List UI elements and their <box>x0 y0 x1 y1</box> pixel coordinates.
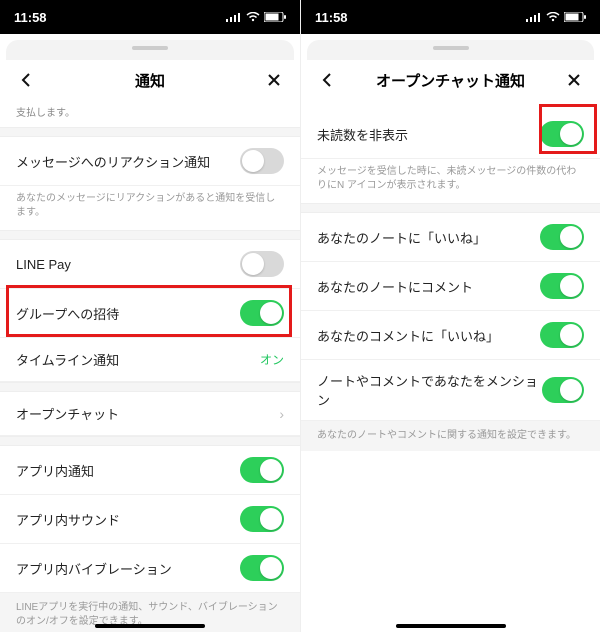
toggle-comment-like[interactable] <box>540 322 584 348</box>
row-label: LINE Pay <box>16 257 71 272</box>
section-divider <box>0 436 300 446</box>
notch <box>90 0 210 20</box>
row-inapp-notif[interactable]: アプリ内通知 <box>0 446 300 495</box>
row-inapp-sound[interactable]: アプリ内サウンド <box>0 495 300 544</box>
row-timeline-notif[interactable]: タイムライン通知 オン <box>0 338 300 382</box>
home-indicator <box>95 624 205 628</box>
toggle-mention[interactable] <box>542 377 584 403</box>
toggle-inapp-notif[interactable] <box>240 457 284 483</box>
row-label: メッセージへのリアクション通知 <box>16 152 210 171</box>
signal-icon <box>526 12 542 22</box>
row-openchat[interactable]: オープンチャット › <box>0 392 300 436</box>
section-divider <box>0 382 300 392</box>
page-title: 通知 <box>135 70 165 91</box>
phone-left: 11:58 通知 支払します。 メッセージへのリアクション通知 あなたのメッセー… <box>0 0 300 632</box>
row-note-like[interactable]: あなたのノートに「いいね」 <box>301 213 600 262</box>
toggle-group-invite[interactable] <box>240 300 284 326</box>
back-button[interactable] <box>315 68 339 92</box>
toggle-inapp-sound[interactable] <box>240 506 284 532</box>
sheet-handle <box>307 40 594 60</box>
wifi-icon <box>546 12 560 22</box>
row-label: タイムライン通知 <box>16 350 119 369</box>
row-label: あなたのコメントに「いいね」 <box>317 326 499 345</box>
status-time: 11:58 <box>315 10 348 25</box>
row-label: アプリ内バイブレーション <box>16 559 172 578</box>
row-label: アプリ内通知 <box>16 461 94 480</box>
toggle-note-like[interactable] <box>540 224 584 250</box>
row-value: オン <box>260 351 284 368</box>
section-divider <box>0 127 300 137</box>
toggle-note-comment[interactable] <box>540 273 584 299</box>
back-button[interactable] <box>14 68 38 92</box>
signal-icon <box>226 12 242 22</box>
section-divider <box>301 203 600 213</box>
row-hide-unread[interactable]: 未読数を非表示 <box>301 110 600 159</box>
row-group-invite[interactable]: グループへの招待 <box>0 289 300 338</box>
row-label: グループへの招待 <box>16 304 119 323</box>
battery-icon <box>264 12 286 22</box>
row-label: あなたのノートにコメント <box>317 277 473 296</box>
status-time: 11:58 <box>14 10 47 25</box>
modal-header: 通知 <box>0 60 300 104</box>
battery-icon <box>564 12 586 22</box>
chevron-right-icon: › <box>279 406 284 422</box>
row-inapp-vibe[interactable]: アプリ内バイブレーション <box>0 544 300 593</box>
row-desc: メッセージを受信した時に、未読メッセージの件数の代わりにN アイコンが表示されま… <box>301 159 600 203</box>
row-mention[interactable]: ノートやコメントであなたをメンション <box>301 360 600 421</box>
row-label: アプリ内サウンド <box>16 510 120 529</box>
row-note-comment[interactable]: あなたのノートにコメント <box>301 262 600 311</box>
close-button[interactable] <box>262 68 286 92</box>
close-button[interactable] <box>562 68 586 92</box>
modal-header: オープンチャット通知 <box>301 60 600 104</box>
page-title: オープンチャット通知 <box>376 70 525 91</box>
sheet-handle <box>6 40 294 60</box>
row-desc: あなたのノートやコメントに関する通知を設定できます。 <box>301 421 600 451</box>
toggle-reaction[interactable] <box>240 148 284 174</box>
section-divider <box>0 230 300 240</box>
row-reaction-notif[interactable]: メッセージへのリアクション通知 <box>0 137 300 186</box>
content-scroll[interactable]: 未読数を非表示 メッセージを受信した時に、未読メッセージの件数の代わりにN アイ… <box>301 104 600 632</box>
toggle-inapp-vibe[interactable] <box>240 555 284 581</box>
wifi-icon <box>246 12 260 22</box>
home-indicator <box>396 624 506 628</box>
phone-right: 11:58 オープンチャット通知 未読数を非表示 メッセージを受信した時に、未読… <box>300 0 600 632</box>
row-linepay[interactable]: LINE Pay <box>0 240 300 289</box>
notch <box>391 0 511 20</box>
row-comment-like[interactable]: あなたのコメントに「いいね」 <box>301 311 600 360</box>
row-label: ノートやコメントであなたをメンション <box>317 371 542 409</box>
row-label: あなたのノートに「いいね」 <box>317 228 486 247</box>
content-scroll[interactable]: 支払します。 メッセージへのリアクション通知 あなたのメッセージにリアクションが… <box>0 104 300 632</box>
truncated-text: 支払します。 <box>0 104 300 127</box>
row-label: オープンチャット <box>16 404 119 423</box>
row-desc: あなたのメッセージにリアクションがあると通知を受信します。 <box>0 186 300 230</box>
toggle-hide-unread[interactable] <box>540 121 584 147</box>
row-label: 未読数を非表示 <box>317 125 408 144</box>
toggle-linepay[interactable] <box>240 251 284 277</box>
